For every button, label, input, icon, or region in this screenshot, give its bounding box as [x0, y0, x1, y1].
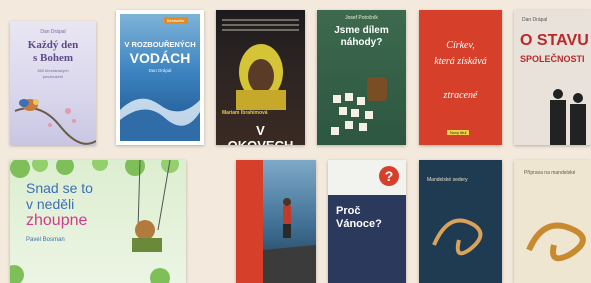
question-mark-logo: ?: [379, 166, 399, 186]
red-spine-band: [236, 160, 263, 283]
book-title-line1: Proč: [336, 205, 361, 217]
book-subtitle-line1: 365 křesťanských: [37, 68, 69, 73]
woman-portrait-illustration: [236, 44, 286, 110]
book-title: Mandelské sedery: [427, 177, 468, 183]
book-title-line3: ztracené: [443, 90, 478, 101]
bird-branch-illustration: [14, 99, 96, 145]
book-title-line1: O STAVU: [520, 32, 589, 49]
book-cover-mandelske-sedery[interactable]: Mandelské sedery: [419, 160, 502, 283]
book-title-line2: v neděli: [26, 196, 75, 212]
wave-illustration: [120, 98, 200, 141]
book-title-line2: SPOLEČNOSTI: [520, 54, 585, 64]
swirl-illustration: [432, 218, 483, 256]
book-title-line1: V ROZBOUŘENÝCH: [124, 40, 196, 49]
people-silhouette-illustration: [550, 89, 586, 145]
book-cover-jsme-dilem-nahody[interactable]: Josef Potočník Jsme dílem náhody?: [317, 10, 406, 145]
book-cover-snad-se-to-v-nedeli-zhoupne[interactable]: Snad se to v neděli zhoupne Pavel Bosman: [10, 160, 186, 283]
book-cover-proc-vanoce[interactable]: ? Proč Vánoce?: [328, 160, 406, 283]
book-subtitle-line2: povzbuzení: [42, 74, 64, 79]
author-label: Mariam Ibrahimová: [222, 110, 268, 116]
book-title-line1: Každý den: [27, 39, 79, 51]
book-cover-o-stavu-spolecnosti[interactable]: Dan Drápal O STAVU SPOLEČNOSTI: [514, 10, 591, 145]
author-label: Dan Drápal: [148, 68, 172, 73]
book-title: Příprava na mandelské: [524, 170, 576, 176]
book-title-line2: VODÁCH: [129, 50, 191, 66]
book-cover-red-photo[interactable]: [236, 160, 316, 283]
book-title: V OKOVECH: [228, 123, 294, 145]
book-cover-priprava-na-mandelske[interactable]: Příprava na mandelské: [514, 160, 591, 283]
book-cover-v-rozbourenych-vodach[interactable]: Bestseller V ROZBOUŘENÝCH VODÁCH Dan Drá…: [116, 10, 204, 145]
book-title-line2: s Bohem: [32, 52, 74, 64]
dice-illustration: [331, 77, 387, 135]
book-title-line2: která získává: [434, 56, 487, 67]
book-title-line2: Vánoce?: [336, 218, 382, 230]
author-label: Dan Drápal: [40, 29, 66, 35]
book-catalog-page: { "books": [ { "author": "Dan Drápal", "…: [0, 0, 591, 283]
book-title-line1: Jsme dílem: [334, 25, 389, 36]
book-title-line1: Snad se to: [26, 180, 93, 196]
swirl-illustration: [526, 222, 586, 262]
author-label: Pavel Bosman: [26, 237, 65, 243]
book-cover-kazdy-den-s-bohem[interactable]: Dan Drápal Každý den s Bohem 365 křesťan…: [10, 21, 96, 145]
book-cover-v-okovech[interactable]: Mariam Ibrahimová V OKOVECH: [216, 10, 305, 145]
person-on-rocks-illustration: [263, 198, 316, 283]
book-cover-cirkev-ktera-ziskava-ztracene[interactable]: Církev, která získává ztracené Nový titu…: [419, 10, 502, 145]
author-label: Josef Potočník: [345, 15, 378, 21]
new-title-badge: Nový titul: [447, 130, 470, 135]
bestseller-badge: Bestseller: [164, 17, 188, 24]
book-title-line2: náhody?: [340, 37, 383, 48]
author-label: Dan Drápal: [522, 17, 548, 23]
book-title-line3: zhoupne: [26, 212, 88, 229]
book-title-line1: Církev,: [446, 40, 475, 51]
